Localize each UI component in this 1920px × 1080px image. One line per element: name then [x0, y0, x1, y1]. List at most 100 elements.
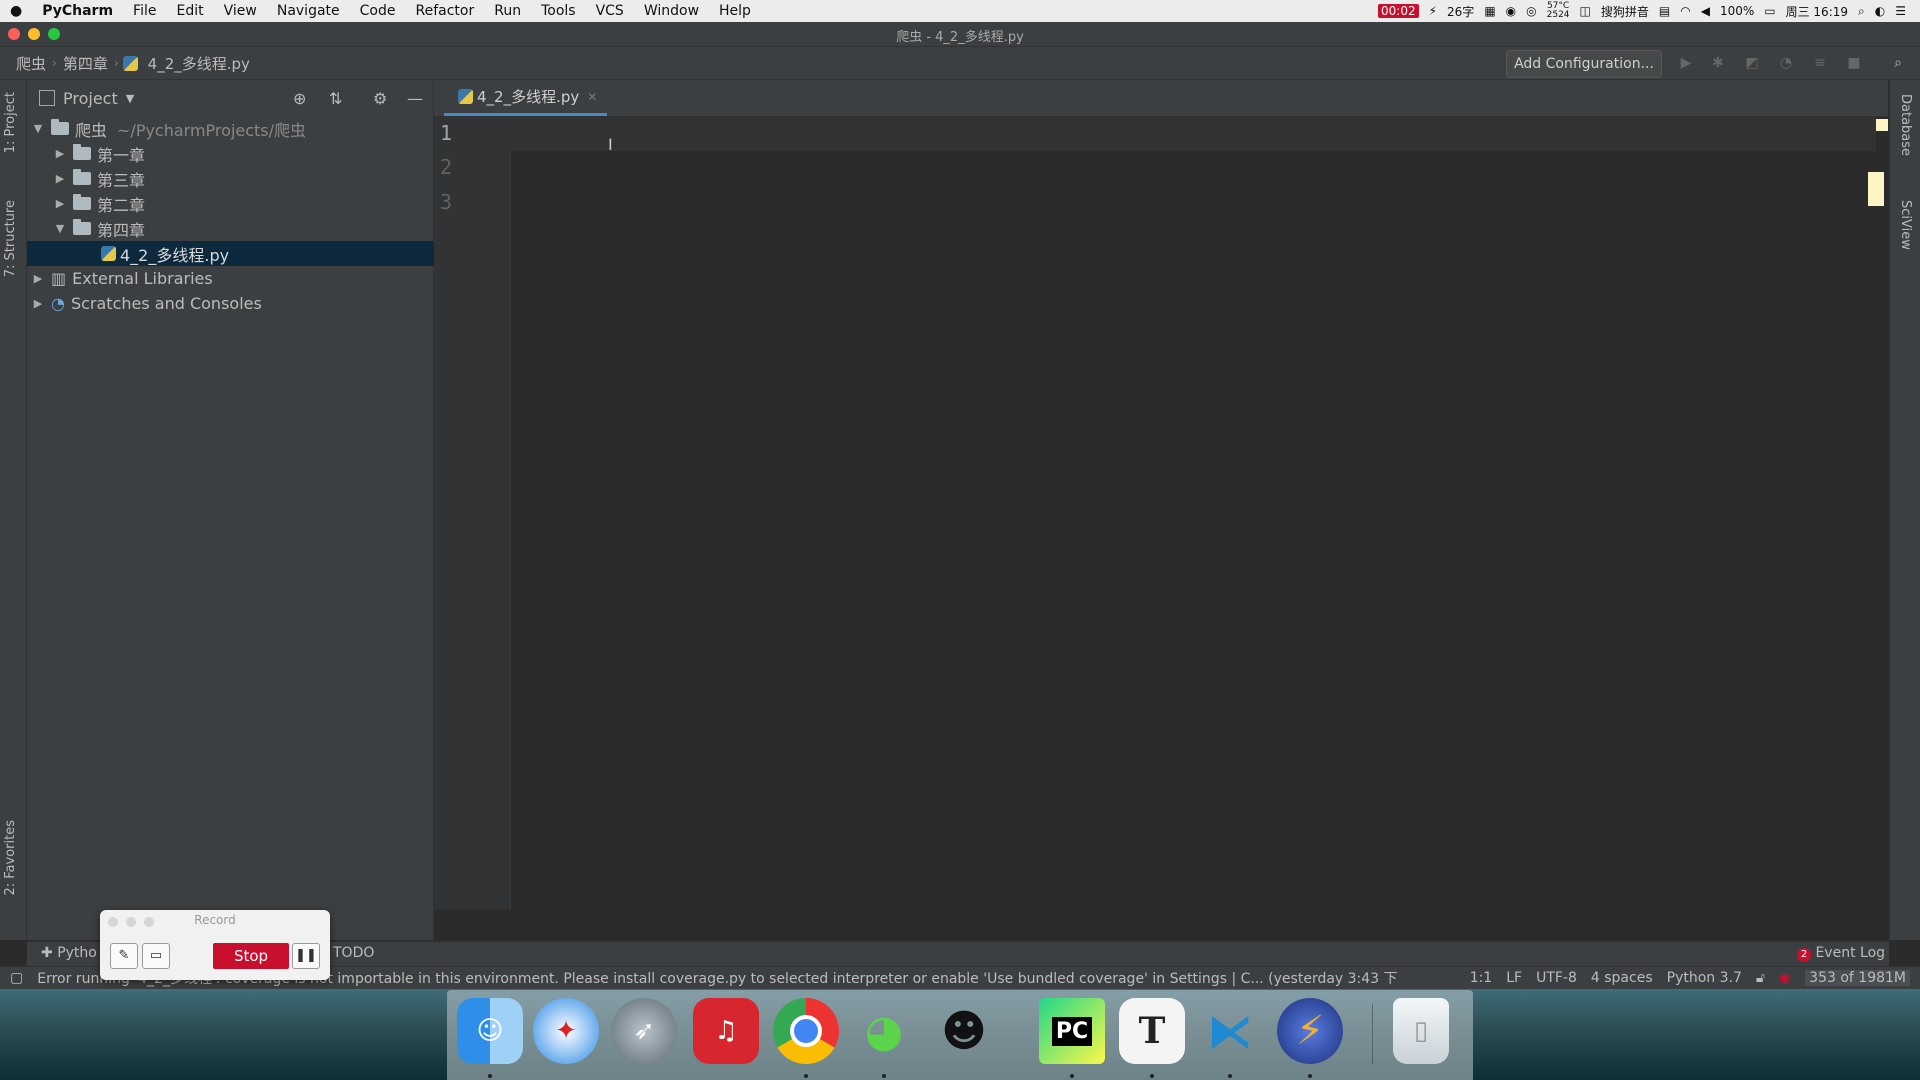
- stop-icon[interactable]: ■: [1846, 55, 1862, 71]
- ime-indicator[interactable]: 搜狗拼音: [1601, 3, 1649, 20]
- menu-window[interactable]: Window: [634, 3, 709, 19]
- dock-finder-icon[interactable]: ☺: [457, 998, 523, 1064]
- collapsed-arrow-icon[interactable]: ▶: [31, 297, 45, 310]
- menu-view[interactable]: View: [214, 3, 267, 19]
- collapsed-arrow-icon[interactable]: ▶: [53, 197, 67, 210]
- tree-item-external-libraries[interactable]: ▶ ▥ External Libraries: [27, 266, 437, 291]
- caret-position[interactable]: 1:1: [1470, 970, 1493, 986]
- chevron-down-icon[interactable]: ▼: [126, 92, 134, 105]
- clipboard-icon[interactable]: ◫: [1580, 4, 1591, 18]
- expanded-arrow-icon[interactable]: ▼: [31, 122, 45, 135]
- menu-app-pycharm[interactable]: PyCharm: [32, 3, 123, 19]
- code-editor[interactable]: 1 2 3: [434, 117, 1888, 910]
- battery-level[interactable]: 100%: [1720, 4, 1754, 18]
- debug-icon[interactable]: ✱: [1710, 55, 1726, 71]
- indent-setting[interactable]: 4 spaces: [1591, 970, 1653, 986]
- warning-marker[interactable]: [1868, 172, 1884, 206]
- tab-project[interactable]: 1: Project: [3, 92, 18, 153]
- collapse-all-icon[interactable]: ⇅: [329, 89, 342, 108]
- line-separator[interactable]: LF: [1506, 970, 1522, 986]
- tree-item-folder[interactable]: ▼ 第四章: [27, 216, 459, 241]
- breadcrumb-project[interactable]: 爬虫: [10, 53, 52, 74]
- concurrency-icon[interactable]: ≡: [1812, 55, 1828, 71]
- dock-wechat-icon[interactable]: ◕: [851, 998, 917, 1064]
- tab-structure[interactable]: 7: Structure: [3, 200, 18, 277]
- menu-code[interactable]: Code: [350, 3, 406, 19]
- tree-item-folder[interactable]: ▶ 第三章: [27, 166, 459, 191]
- chrome-tray-icon[interactable]: ◎: [1526, 4, 1536, 18]
- event-log-tab[interactable]: 2 Event Log: [1797, 945, 1885, 962]
- volume-icon[interactable]: ◀: [1701, 4, 1710, 18]
- menu-tools[interactable]: Tools: [531, 3, 586, 19]
- tree-item-root[interactable]: ▼ 爬虫 ~/PycharmProjects/爬虫: [27, 116, 437, 141]
- tab-sciview[interactable]: SciView: [1898, 200, 1913, 250]
- menu-navigate[interactable]: Navigate: [267, 3, 350, 19]
- close-tab-icon[interactable]: ✕: [587, 90, 597, 104]
- menu-edit[interactable]: Edit: [166, 3, 213, 19]
- python-console-tab[interactable]: ✚ Pytho: [41, 945, 97, 961]
- python-interpreter[interactable]: Python 3.7: [1667, 970, 1742, 986]
- dock-safari-icon[interactable]: ✦: [533, 998, 599, 1064]
- dock-qq-icon[interactable]: ☻: [931, 998, 997, 1064]
- menu-refactor[interactable]: Refactor: [405, 3, 484, 19]
- collapsed-arrow-icon[interactable]: ▶: [31, 272, 45, 285]
- tab-favorites[interactable]: 2: Favorites: [3, 820, 18, 896]
- apple-menu-icon[interactable]: ●: [0, 3, 32, 19]
- breadcrumb-folder[interactable]: 第四章: [57, 53, 114, 74]
- spotlight-search-icon[interactable]: ⌕: [1858, 4, 1865, 19]
- todo-tab[interactable]: TODO: [333, 945, 374, 961]
- dock-chrome-icon[interactable]: [773, 998, 839, 1064]
- inspection-icon[interactable]: ◉: [1779, 970, 1791, 986]
- tree-item-folder[interactable]: ▶ 第一章: [27, 141, 459, 166]
- tab-database[interactable]: Database: [1898, 94, 1913, 156]
- menu-vcs[interactable]: VCS: [586, 3, 634, 19]
- dock-trash-icon[interactable]: ▯: [1393, 998, 1449, 1064]
- menu-file[interactable]: File: [123, 3, 166, 19]
- gear-icon[interactable]: ⚙: [373, 89, 387, 108]
- hide-panel-icon[interactable]: —: [407, 89, 423, 108]
- tree-item-folder[interactable]: ▶ 第二章: [27, 191, 459, 216]
- search-everywhere-icon[interactable]: ⌕: [1890, 55, 1906, 71]
- wifi-icon[interactable]: ◠: [1680, 4, 1690, 18]
- editor-tab-active[interactable]: 4_2_多线程.py ✕: [444, 80, 608, 116]
- editor-error-stripe[interactable]: [1868, 117, 1888, 910]
- collapsed-arrow-icon[interactable]: ▶: [53, 172, 67, 185]
- collapsed-arrow-icon[interactable]: ▶: [53, 147, 67, 160]
- analysis-status-icon[interactable]: [1876, 119, 1888, 131]
- notification-center-icon[interactable]: ☰: [1895, 4, 1906, 18]
- tree-item-scratches[interactable]: ▶ ◔ Scratches and Consoles: [27, 291, 437, 316]
- memory-indicator[interactable]: 353 of 1981M: [1805, 970, 1910, 986]
- run-icon[interactable]: ▶: [1678, 55, 1694, 71]
- wechat-tray-icon[interactable]: ◉: [1506, 4, 1516, 18]
- record-area-button[interactable]: ▭: [142, 943, 170, 969]
- grid-icon[interactable]: ▦: [1484, 4, 1495, 18]
- char-count[interactable]: 26字: [1447, 3, 1474, 20]
- toggle-tool-windows-icon[interactable]: ▢: [10, 970, 23, 986]
- menu-help[interactable]: Help: [709, 3, 761, 19]
- record-stop-button[interactable]: Stop: [213, 943, 289, 969]
- keyboard-icon[interactable]: ▤: [1659, 4, 1670, 18]
- record-time[interactable]: 00:02: [1378, 4, 1419, 18]
- profile-icon[interactable]: ◔: [1778, 55, 1794, 71]
- siri-icon[interactable]: ◐: [1875, 4, 1885, 18]
- menu-run[interactable]: Run: [484, 3, 531, 19]
- temp-readout[interactable]: 57°C 2524: [1547, 2, 1570, 20]
- tree-item-file-selected[interactable]: 4_2_多线程.py: [27, 241, 503, 266]
- dock-vscode-icon[interactable]: ⧔: [1197, 998, 1263, 1064]
- dock-netease-music-icon[interactable]: ♫: [693, 998, 759, 1064]
- project-view-selector[interactable]: Project: [63, 89, 118, 108]
- breadcrumb-file[interactable]: 4_2_多线程.py: [142, 53, 256, 74]
- dock-launchpad-icon[interactable]: ➶: [611, 998, 677, 1064]
- lightning-icon[interactable]: ⚡: [1429, 4, 1437, 18]
- record-pen-button[interactable]: ✎: [110, 943, 138, 969]
- clock[interactable]: 周三 16:19: [1786, 3, 1848, 20]
- add-configuration-button[interactable]: Add Configuration...: [1506, 50, 1662, 78]
- dock-typora-icon[interactable]: T: [1119, 998, 1185, 1064]
- record-pause-button[interactable]: ❚❚: [292, 943, 320, 969]
- dock-pycharm-icon[interactable]: PC: [1039, 998, 1105, 1064]
- dock-thunder-icon[interactable]: ⚡: [1277, 998, 1343, 1064]
- file-encoding[interactable]: UTF-8: [1536, 970, 1577, 986]
- locate-file-icon[interactable]: ⊕: [293, 89, 306, 108]
- lock-icon[interactable]: 🔓︎: [1756, 970, 1765, 986]
- expanded-arrow-icon[interactable]: ▼: [53, 222, 67, 235]
